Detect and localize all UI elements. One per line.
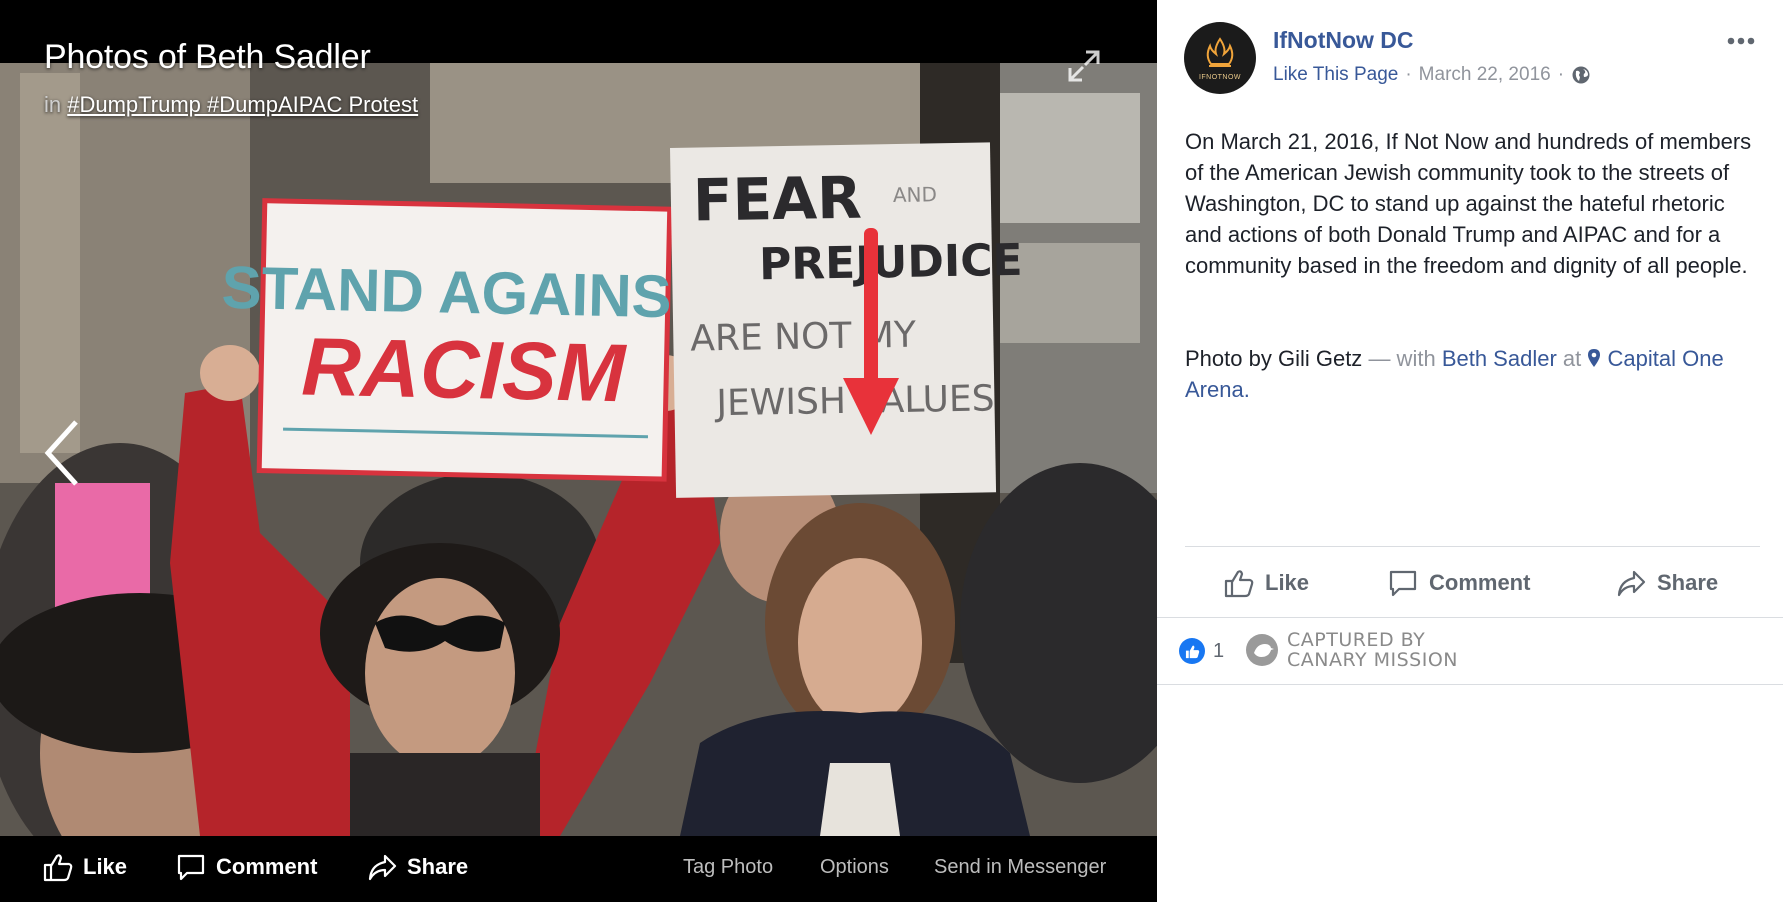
watermark-line1: CAPTURED BY — [1287, 629, 1426, 651]
photo-illustration: STAND AGAINST RACISM FEAR AND PREJUDICE … — [0, 63, 1157, 836]
like-reaction-icon — [1179, 638, 1205, 664]
viewer-like-button[interactable]: Like — [42, 850, 127, 884]
post-comment-label: Comment — [1429, 570, 1531, 595]
photo-credit: Photo by Gili Getz — [1185, 346, 1363, 371]
avatar-text: IFNOTNOW — [1198, 73, 1242, 81]
white-shirt — [820, 763, 900, 836]
hand-left — [200, 345, 260, 401]
post-panel: IFNOTNOW IfNotNow DC Like This Page · Ma… — [1157, 0, 1783, 902]
page-avatar[interactable]: IFNOTNOW — [1184, 22, 1256, 94]
post-like-button[interactable]: Like — [1223, 564, 1309, 602]
jacket — [350, 753, 540, 836]
sign2-line1: FEAR — [692, 164, 862, 235]
album-line: in #DumpTrump #DumpAIPAC Protest — [44, 92, 418, 118]
share-icon — [1617, 570, 1646, 597]
post-body: On March 21, 2016, If Not Now and hundre… — [1185, 129, 1752, 278]
meta-separator: · — [1405, 64, 1412, 85]
meta-separator: · — [1557, 64, 1565, 85]
at-text: at — [1562, 346, 1582, 371]
thumbs-up-icon — [43, 854, 73, 882]
thumbs-up-icon — [1224, 570, 1254, 598]
sign2-line1-small: AND — [893, 182, 937, 207]
more-options-icon[interactable] — [1724, 30, 1758, 52]
previous-photo-icon[interactable] — [42, 418, 82, 488]
sign2-line3: ARE NOT MY — [690, 315, 917, 360]
post-credit: Photo by Gili Getz — with Beth Sadler at… — [1185, 343, 1755, 405]
viewer-share-button[interactable]: Share — [366, 850, 468, 884]
sign-text-line2: RACISM — [301, 321, 628, 419]
divider — [1185, 546, 1760, 547]
tagged-person-link[interactable]: Beth Sadler — [1442, 346, 1557, 371]
viewer-share-label: Share — [407, 854, 469, 879]
post-like-label: Like — [1265, 570, 1310, 595]
post-share-button[interactable]: Share — [1615, 564, 1718, 602]
photo-viewer: STAND AGAINST RACISM FEAR AND PREJUDICE … — [0, 0, 1157, 902]
expand-icon[interactable] — [1066, 48, 1102, 84]
divider — [1157, 617, 1783, 618]
sign2-line2: PREJUDICE — [759, 235, 1023, 291]
like-this-page-link[interactable]: Like This Page — [1273, 64, 1398, 86]
photo[interactable]: STAND AGAINST RACISM FEAR AND PREJUDICE … — [0, 63, 1157, 836]
face-red-jacket — [365, 578, 515, 768]
like-reaction-thumb — [1185, 645, 1199, 658]
pillar — [20, 73, 80, 453]
watermark-line2: CANARY MISSION — [1287, 649, 1458, 671]
reaction-summary[interactable]: 1 — [1179, 638, 1224, 664]
comment-icon — [1389, 570, 1417, 597]
globe-icon[interactable] — [1571, 65, 1591, 85]
comment-icon — [177, 854, 205, 881]
reaction-count: 1 — [1213, 639, 1225, 662]
viewer-title: Photos of Beth Sadler — [44, 38, 371, 76]
with-text: — with — [1368, 346, 1436, 371]
album-link[interactable]: #DumpTrump #DumpAIPAC Protest — [67, 92, 418, 117]
divider — [1157, 684, 1783, 685]
send-in-messenger-link[interactable]: Send in Messenger — [934, 856, 1106, 879]
sign-text-line1: STAND AGAINST — [221, 254, 709, 331]
location-pin-icon — [1588, 349, 1601, 367]
face-front-right — [798, 558, 922, 728]
share-icon — [368, 854, 397, 881]
viewer-like-label: Like — [83, 854, 128, 879]
canary-mission-watermark: CAPTURED BY CANARY MISSION — [1245, 630, 1458, 670]
page-name[interactable]: IfNotNow DC — [1273, 27, 1414, 54]
post-comment-button[interactable]: Comment — [1387, 564, 1530, 602]
post-meta: Like This Page · March 22, 2016 · — [1273, 64, 1591, 86]
viewer-comment-label: Comment — [216, 854, 318, 879]
post-date[interactable]: March 22, 2016 — [1419, 64, 1551, 86]
tag-photo-link[interactable]: Tag Photo — [683, 856, 773, 879]
options-link[interactable]: Options — [820, 856, 889, 879]
viewer-comment-button[interactable]: Comment — [175, 850, 317, 884]
flame-logo-icon — [1206, 36, 1234, 67]
album-prefix: in — [44, 92, 62, 117]
photo-action-bar: Like Comment Share Tag Photo Options Sen… — [0, 836, 1157, 902]
canary-bird-icon — [1246, 634, 1278, 666]
post-share-label: Share — [1657, 570, 1719, 595]
